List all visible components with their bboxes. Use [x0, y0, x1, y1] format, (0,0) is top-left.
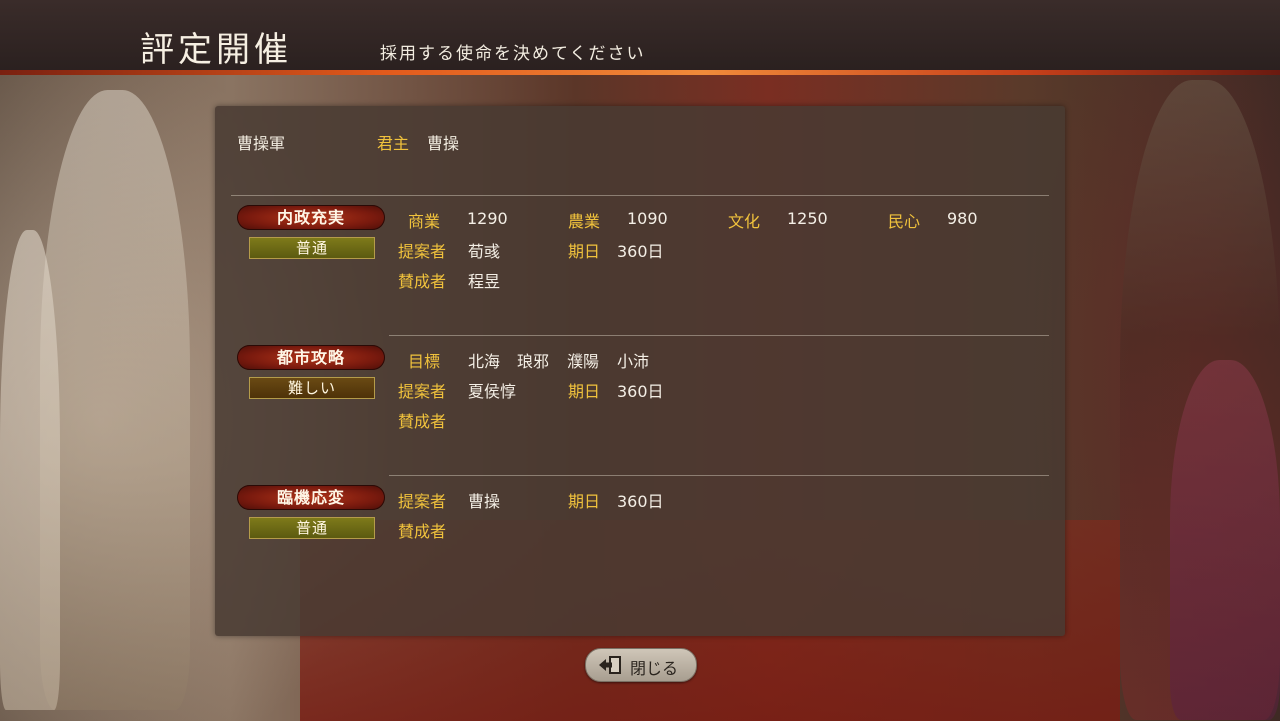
stat-label-commerce: 商業 — [408, 212, 441, 231]
target-city: 琅邪 — [517, 352, 550, 371]
difficulty-badge: 難しい — [249, 377, 375, 399]
mission-divider — [389, 335, 1049, 336]
deadline-value: 360日 — [617, 382, 664, 401]
section-divider — [231, 195, 1049, 196]
lord-name: 曹操 — [427, 134, 460, 153]
stat-label-morale: 民心 — [888, 212, 921, 231]
difficulty-badge: 普通 — [249, 517, 375, 539]
mission-name-badge[interactable]: 都市攻略 — [237, 345, 385, 370]
proposer-name: 荀彧 — [468, 242, 501, 261]
page-instruction: 採用する使命を決めてください — [380, 44, 646, 64]
proposer-label: 提案者 — [398, 382, 447, 401]
mission-divider — [389, 475, 1049, 476]
deadline-value: 360日 — [617, 492, 664, 511]
background-courtier-figure — [0, 230, 60, 710]
mission-row-conquest[interactable]: 都市攻略 難しい 目標 北海 琅邪 濮陽 小沛 提案者 夏侯惇 期日 360日 … — [215, 345, 1065, 485]
faction-name: 曹操軍 — [237, 134, 286, 153]
deadline-label: 期日 — [568, 382, 601, 401]
proposer-name: 夏侯惇 — [468, 382, 517, 401]
close-button[interactable]: 閉じる — [585, 648, 697, 682]
deadline-label: 期日 — [568, 242, 601, 261]
stat-label-agriculture: 農業 — [568, 212, 601, 231]
background-courtier-figure — [40, 90, 190, 710]
stat-value-agriculture: 1090 — [627, 209, 668, 228]
supporters-label: 賛成者 — [398, 272, 447, 291]
mission-row-adaptive[interactable]: 臨機応変 普通 提案者 曹操 期日 360日 賛成者 — [215, 485, 1065, 625]
target-label: 目標 — [408, 352, 441, 371]
target-city: 濮陽 — [567, 352, 600, 371]
mission-name-badge[interactable]: 内政充実 — [237, 205, 385, 230]
proposer-label: 提案者 — [398, 242, 447, 261]
mission-name-badge[interactable]: 臨機応変 — [237, 485, 385, 510]
header-bar: 評定開催 採用する使命を決めてください — [0, 0, 1280, 73]
supporters-label: 賛成者 — [398, 522, 447, 541]
header-divider — [0, 70, 1280, 75]
supporters-names: 程昱 — [468, 272, 501, 291]
supporters-label: 賛成者 — [398, 412, 447, 431]
exit-door-icon — [599, 656, 621, 674]
proposer-label: 提案者 — [398, 492, 447, 511]
target-city: 小沛 — [617, 352, 650, 371]
lord-label: 君主 — [377, 134, 410, 153]
stat-value-commerce: 1290 — [467, 209, 508, 228]
background-officer-figure — [1170, 360, 1280, 720]
stat-value-morale: 980 — [947, 209, 978, 228]
proposer-name: 曹操 — [468, 492, 501, 511]
council-panel: 曹操軍 君主 曹操 内政充実 普通 商業 1290 農業 1090 文化 125… — [215, 106, 1065, 636]
page-title: 評定開催 — [140, 30, 292, 70]
stat-label-culture: 文化 — [728, 212, 761, 231]
target-city: 北海 — [468, 352, 501, 371]
deadline-label: 期日 — [568, 492, 601, 511]
mission-row-domestic[interactable]: 内政充実 普通 商業 1290 農業 1090 文化 1250 民心 980 提… — [215, 205, 1065, 345]
difficulty-badge: 普通 — [249, 237, 375, 259]
deadline-value: 360日 — [617, 242, 664, 261]
close-button-label: 閉じる — [630, 659, 679, 678]
stat-value-culture: 1250 — [787, 209, 828, 228]
